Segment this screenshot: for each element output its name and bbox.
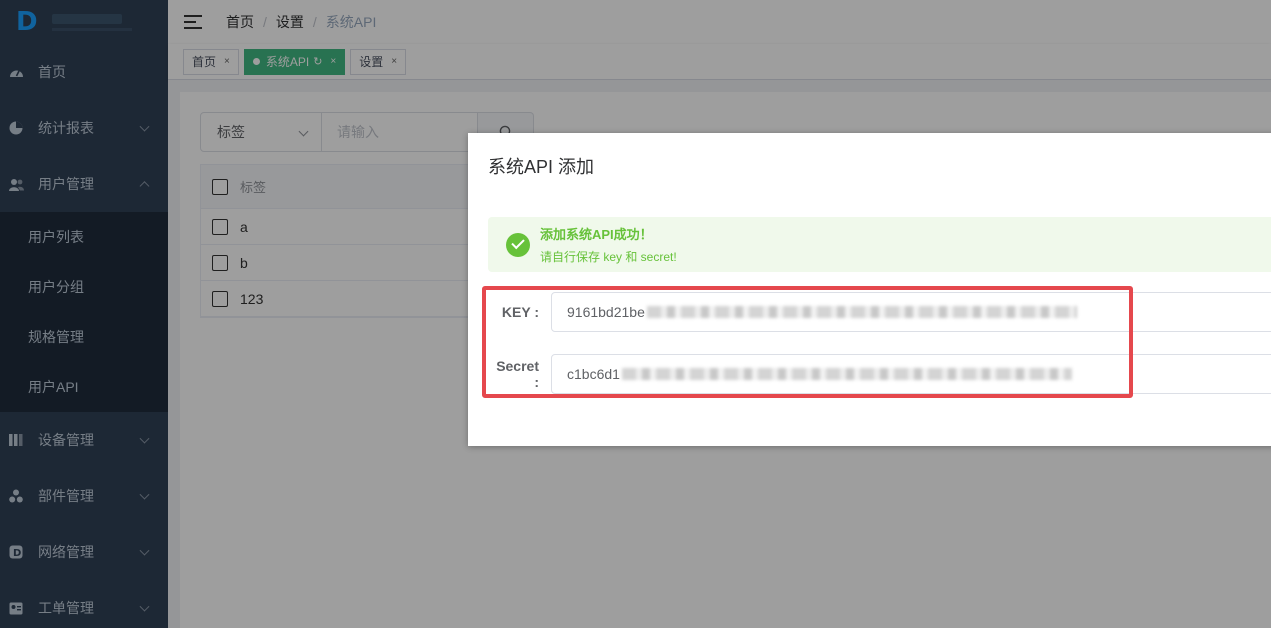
success-alert: 添加系统API成功！ 请自行保存 key 和 secret! <box>488 217 1271 272</box>
alert-title: 添加系统API成功！ <box>540 227 653 242</box>
dialog-title: 系统API 添加 <box>488 157 595 177</box>
highlight-box <box>482 286 1133 398</box>
success-check-icon <box>506 232 530 257</box>
alert-description: 请自行保存 key 和 secret! <box>540 250 677 264</box>
